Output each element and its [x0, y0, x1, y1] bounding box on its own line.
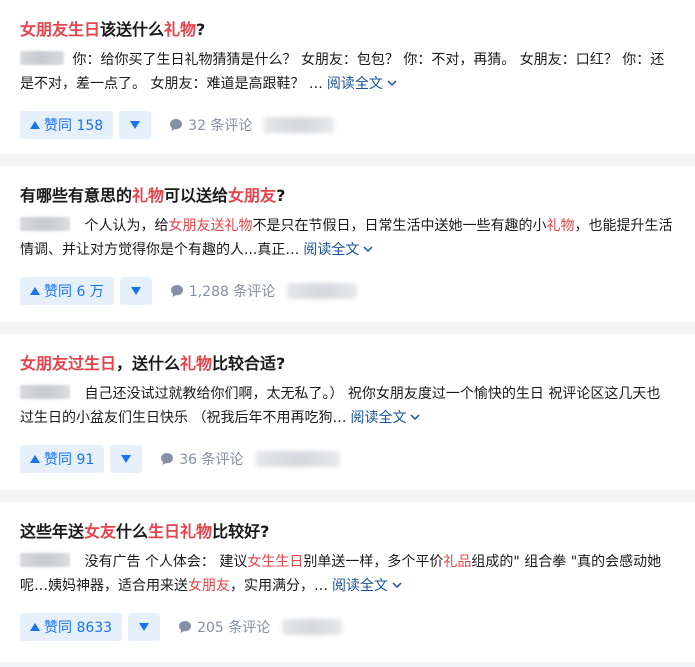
- author-avatar-blurred: [20, 553, 70, 567]
- title-part[interactable]: 礼物: [132, 186, 164, 205]
- title-part[interactable]: 女朋友生日: [20, 20, 100, 39]
- upvote-label: 赞同 158: [44, 118, 104, 134]
- title-part[interactable]: ?: [276, 186, 285, 205]
- title-part[interactable]: 女朋友过生日: [20, 354, 116, 373]
- comment-button[interactable]: 205 条评论: [178, 617, 270, 637]
- author-avatar-blurred: [20, 51, 64, 65]
- downvote-button[interactable]: [119, 277, 152, 305]
- triangle-up-icon: [30, 455, 40, 463]
- triangle-down-icon: [130, 121, 141, 129]
- comment-bubble-icon: [161, 453, 174, 465]
- triangle-up-icon: [30, 287, 40, 295]
- downvote-button[interactable]: [119, 111, 152, 139]
- chevron-down-icon: [392, 582, 402, 589]
- result-card: 女朋友过生日，送什么礼物比较合适? 自己还没试过就教给你们啊，太无私了。） 祝你…: [0, 334, 695, 490]
- chevron-down-icon: [410, 414, 420, 421]
- chevron-down-icon: [387, 80, 397, 87]
- search-result-feed: 女朋友生日该送什么礼物? 你：给你买了生日礼物猜猜是什么？ 女朋友：包包？ 你：…: [0, 0, 695, 662]
- excerpt-part: 不是只在节假日，日常生活中送她一些有趣的小: [252, 218, 547, 234]
- title-part[interactable]: 比较合适?: [212, 354, 285, 373]
- title-part[interactable]: 该送什么: [100, 20, 164, 39]
- read-more-label[interactable]: 阅读全文: [303, 242, 359, 258]
- upvote-button[interactable]: 赞同 91: [20, 445, 105, 473]
- read-more-link[interactable]: 阅读全文: [350, 410, 421, 426]
- upvote-button[interactable]: 赞同 8633: [20, 613, 123, 641]
- comment-bubble-icon: [170, 119, 183, 131]
- excerpt-part: 女朋友送礼物: [168, 218, 253, 234]
- action-bar: 赞同 6 万 1,288 条评论: [20, 262, 673, 320]
- result-title[interactable]: 这些年送女友什么生日礼物比较好?: [20, 520, 673, 544]
- triangle-down-icon: [130, 287, 141, 295]
- blurred-action: [264, 117, 335, 133]
- blurred-action: [282, 619, 343, 635]
- title-part[interactable]: ?: [196, 20, 205, 39]
- upvote-label: 赞同 8633: [44, 620, 113, 636]
- triangle-up-icon: [30, 121, 40, 129]
- downvote-button[interactable]: [110, 445, 143, 473]
- read-more-label[interactable]: 阅读全文: [332, 578, 388, 594]
- comment-button[interactable]: 36 条评论: [160, 449, 244, 469]
- result-card: 女朋友生日该送什么礼物? 你：给你买了生日礼物猜猜是什么？ 女朋友：包包？ 你：…: [0, 0, 695, 154]
- title-part[interactable]: 比较好?: [212, 522, 269, 541]
- result-excerpt[interactable]: 个人认为，给女朋友送礼物不是只在节假日，日常生活中送她一些有趣的小礼物，也能提升…: [20, 214, 673, 262]
- comment-count: 36 条评论: [179, 452, 244, 468]
- title-part[interactable]: 什么: [116, 522, 148, 541]
- triangle-up-icon: [30, 623, 40, 631]
- title-part[interactable]: 女朋友: [228, 186, 276, 205]
- result-title[interactable]: 女朋友过生日，送什么礼物比较合适?: [20, 352, 673, 376]
- comment-count: 205 条评论: [197, 620, 271, 636]
- result-title[interactable]: 女朋友生日该送什么礼物?: [20, 18, 673, 42]
- action-bar: 赞同 158 32 条评论: [20, 96, 673, 154]
- comment-count: 32 条评论: [188, 118, 253, 134]
- excerpt-part: 礼物: [546, 218, 575, 234]
- upvote-label: 赞同 6 万: [44, 284, 104, 300]
- chevron-down-icon: [363, 246, 373, 253]
- blurred-action: [255, 451, 340, 467]
- title-part[interactable]: ，送什么: [116, 354, 180, 373]
- result-card: 这些年送女友什么生日礼物比较好? 没有广告 个人体会： 建议女生生日别单送一样，…: [0, 502, 695, 662]
- read-more-link[interactable]: 阅读全文: [332, 578, 403, 594]
- title-part[interactable]: 有哪些有意思的: [20, 186, 132, 205]
- excerpt-part: 女朋友: [188, 578, 230, 594]
- action-bar: 赞同 8633 205 条评论: [20, 598, 673, 656]
- author-avatar-blurred: [20, 385, 70, 399]
- upvote-button[interactable]: 赞同 158: [20, 111, 114, 139]
- result-card: 有哪些有意思的礼物可以送给女朋友? 个人认为，给女朋友送礼物不是只在节假日，日常…: [0, 166, 695, 322]
- read-more-link[interactable]: 阅读全文: [303, 242, 374, 258]
- read-more-label[interactable]: 阅读全文: [350, 410, 406, 426]
- action-bar: 赞同 91 36 条评论: [20, 430, 673, 488]
- excerpt-part: 礼品: [443, 554, 472, 570]
- excerpt-part: 女生生日: [247, 554, 304, 570]
- title-part[interactable]: 可以送给: [164, 186, 228, 205]
- result-excerpt[interactable]: 你：给你买了生日礼物猜猜是什么？ 女朋友：包包？ 你：不对，再猜。 女朋友：口红…: [20, 48, 673, 96]
- comment-bubble-icon: [170, 285, 183, 297]
- title-part[interactable]: 礼物: [164, 20, 196, 39]
- excerpt-part: 没有广告 个人体会： 建议: [84, 554, 248, 570]
- excerpt-part: 自己还没试过就教给你们啊，太无私了。） 祝你女朋友度过一个愉快的生日 祝评论区这…: [20, 386, 661, 426]
- title-part[interactable]: 礼物: [180, 354, 212, 373]
- blurred-action: [287, 283, 358, 299]
- title-part[interactable]: 生日礼物: [148, 522, 212, 541]
- result-excerpt[interactable]: 自己还没试过就教给你们啊，太无私了。） 祝你女朋友度过一个愉快的生日 祝评论区这…: [20, 382, 673, 430]
- title-part[interactable]: 女友: [84, 522, 116, 541]
- triangle-down-icon: [121, 455, 132, 463]
- excerpt-part: 个人认为，给: [84, 218, 169, 234]
- comment-bubble-icon: [179, 621, 192, 633]
- triangle-down-icon: [139, 623, 150, 631]
- author-avatar-blurred: [20, 217, 70, 231]
- excerpt-part: 别单送一样，多个平价: [303, 554, 444, 570]
- comment-button[interactable]: 32 条评论: [169, 115, 252, 135]
- upvote-label: 赞同 91: [44, 452, 95, 468]
- comment-count: 1,288 条评论: [188, 284, 276, 300]
- comment-button[interactable]: 1,288 条评论: [170, 281, 276, 301]
- read-more-label[interactable]: 阅读全文: [327, 76, 383, 92]
- read-more-link[interactable]: 阅读全文: [327, 76, 398, 92]
- result-title[interactable]: 有哪些有意思的礼物可以送给女朋友?: [20, 184, 673, 208]
- upvote-button[interactable]: 赞同 6 万: [20, 277, 114, 305]
- title-part[interactable]: 这些年送: [20, 522, 84, 541]
- downvote-button[interactable]: [128, 613, 161, 641]
- result-excerpt[interactable]: 没有广告 个人体会： 建议女生生日别单送一样，多个平价礼品组成的" 组合拳 "真…: [20, 550, 673, 598]
- excerpt-part: ，实用满分，…: [230, 578, 328, 594]
